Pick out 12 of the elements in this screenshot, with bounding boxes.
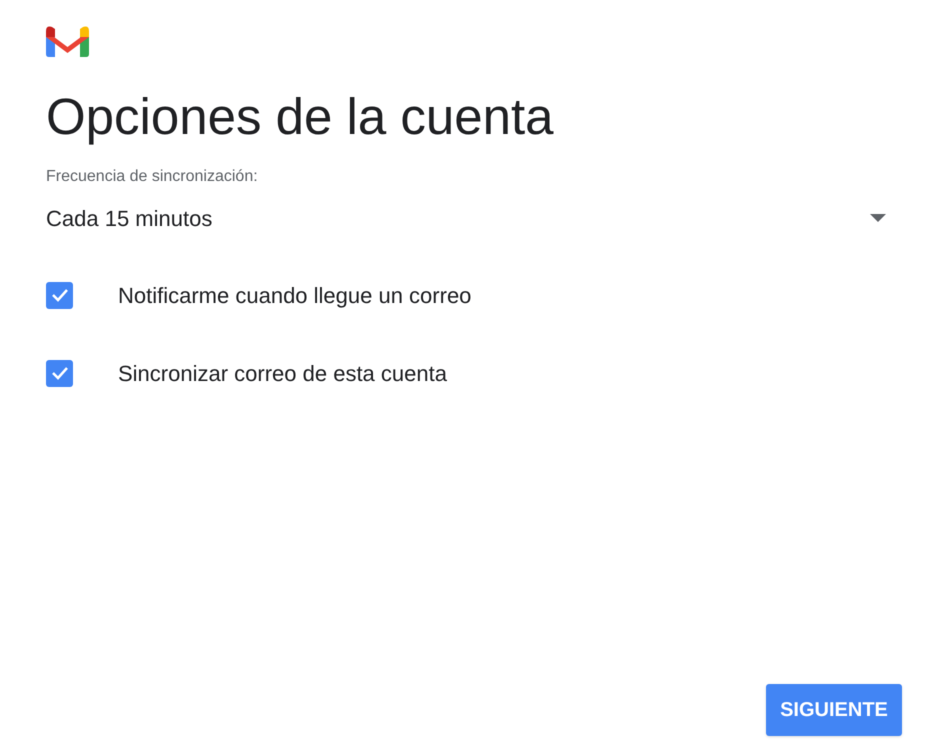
option-label: Sincronizar correo de esta cuenta bbox=[118, 360, 447, 388]
check-icon bbox=[50, 366, 68, 380]
page-title: Opciones de la cuenta bbox=[46, 87, 554, 147]
next-button[interactable]: SIGUIENTE bbox=[766, 684, 902, 736]
checkbox[interactable] bbox=[46, 282, 73, 308]
envelope-logo-icon bbox=[46, 25, 89, 57]
option-label: Notificarme cuando llegue un correo bbox=[118, 282, 472, 310]
dropdown-arrow-icon bbox=[870, 214, 886, 222]
checkbox[interactable] bbox=[46, 360, 73, 386]
check-icon bbox=[50, 288, 68, 302]
field-label: Frecuencia de sincronización: bbox=[46, 167, 258, 187]
sync-frequency-dropdown[interactable]: Cada 15 minutos bbox=[46, 201, 892, 235]
